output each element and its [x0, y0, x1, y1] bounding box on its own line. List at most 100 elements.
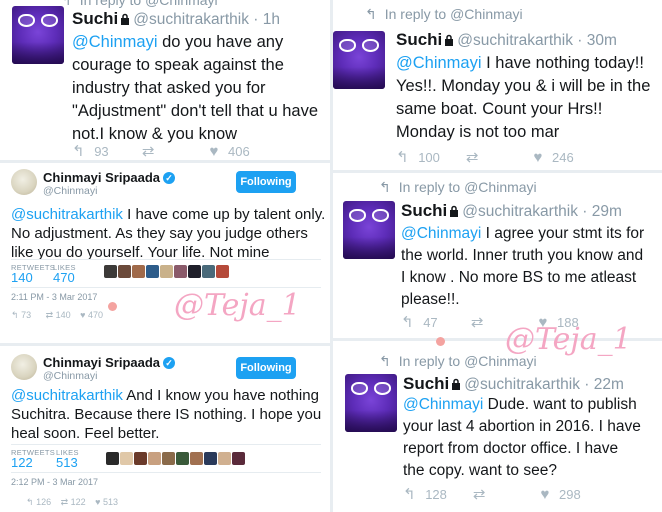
- watermark-dot: [436, 337, 445, 346]
- avatar[interactable]: [343, 201, 395, 259]
- reply-icon[interactable]: ↰: [403, 485, 416, 503]
- author-handle: @suchitrakarthik · 1h: [133, 11, 280, 28]
- reply-icon[interactable]: ↰: [72, 142, 85, 160]
- tweet-actions: ↰ 128 ⇄ ♥ 298: [403, 485, 581, 503]
- watermark: @Teja_1: [174, 288, 301, 323]
- author-name: Suchi: [403, 374, 450, 393]
- reply-count: 126: [36, 497, 52, 507]
- tweet-author[interactable]: Suchi @suchitrakarthik · 29m: [401, 201, 622, 221]
- avatar[interactable]: [345, 374, 397, 432]
- like-icon[interactable]: ♥: [80, 310, 85, 320]
- retweet-icon[interactable]: ⇄: [142, 142, 206, 160]
- liker-avatars[interactable]: [106, 452, 246, 466]
- mention-link[interactable]: @Chinmayi: [396, 54, 482, 72]
- lock-icon: [121, 13, 130, 25]
- reply-count: 100: [418, 150, 440, 165]
- lock-icon: [452, 378, 461, 390]
- author-handle: @suchitrakarthik · 30m: [457, 32, 617, 49]
- tweet-actions: ↰ 93 ⇄ ♥ 406: [72, 142, 250, 160]
- tweet-author[interactable]: Suchi @suchitrakarthik · 30m: [396, 30, 617, 50]
- reply-arrow-icon: ↰: [379, 353, 391, 369]
- like-count: 513: [103, 497, 119, 507]
- reply-context[interactable]: ↰ In reply to @Chinmayi: [379, 179, 537, 196]
- author-handle[interactable]: @Chinmayi: [43, 185, 97, 197]
- like-count: 298: [558, 487, 581, 502]
- like-count: 470: [88, 310, 104, 320]
- retweet-count: 122: [70, 497, 86, 507]
- like-icon[interactable]: ♥: [95, 497, 100, 507]
- tweet-text: @Chinmayi I have nothing today!! Yes!!. …: [396, 54, 651, 141]
- mention-link[interactable]: @Chinmayi: [72, 33, 158, 51]
- heart-glasses-icon: [339, 39, 379, 53]
- like-count[interactable]: 470: [53, 270, 75, 285]
- watermark-dot: [108, 302, 117, 311]
- author-name[interactable]: Chinmayi Sripaada ✓: [43, 170, 176, 185]
- heart-glasses-icon: [349, 209, 389, 223]
- mention-link[interactable]: @Chinmayi: [403, 396, 483, 413]
- mention-link[interactable]: @suchitrakarthik: [11, 387, 123, 404]
- tweet-text: @Chinmayi Dude. want to publish your las…: [403, 396, 641, 479]
- tweet-actions: ↰ 73 ⇄ 140 ♥ 470: [11, 310, 103, 321]
- reply-icon[interactable]: ↰: [26, 497, 34, 507]
- liker-avatars[interactable]: [104, 265, 230, 279]
- tweet-text: @Chinmayi I agree your stmt its for the …: [401, 225, 645, 308]
- like-icon[interactable]: ♥: [209, 143, 218, 160]
- tweet-text: @suchitrakarthik I have come up by talen…: [11, 206, 326, 261]
- reply-arrow-icon: ↰: [379, 179, 391, 195]
- reply-icon[interactable]: ↰: [401, 313, 414, 331]
- heart-glasses-icon: [18, 14, 58, 28]
- author-name[interactable]: Chinmayi Sripaada ✓: [43, 355, 176, 370]
- mention-link[interactable]: @Chinmayi: [401, 225, 481, 242]
- like-count: 406: [227, 144, 250, 159]
- reply-icon[interactable]: ↰: [11, 310, 19, 320]
- timestamp[interactable]: 2:12 PM - 3 Mar 2017: [11, 477, 98, 487]
- tweet-author[interactable]: Suchi @suchitrakarthik · 1h: [72, 9, 280, 29]
- avatar[interactable]: [11, 169, 37, 195]
- tweet-author[interactable]: Suchi @suchitrakarthik · 22m: [403, 374, 624, 394]
- retweet-icon[interactable]: ⇄: [473, 485, 537, 503]
- heart-glasses-icon: [351, 382, 391, 396]
- author-name: Suchi: [72, 9, 119, 28]
- retweet-count[interactable]: 122: [11, 455, 33, 470]
- like-icon[interactable]: ♥: [533, 149, 542, 166]
- reply-context[interactable]: ↰ In reply to @Chinmayi: [365, 6, 523, 23]
- author-handle: @suchitrakarthik · 29m: [462, 203, 622, 220]
- like-count: 246: [551, 150, 574, 165]
- avatar[interactable]: [333, 31, 385, 89]
- avatar[interactable]: [12, 6, 64, 64]
- mention-link[interactable]: @suchitrakarthik: [11, 206, 123, 223]
- reply-count: 128: [425, 487, 447, 502]
- retweet-count[interactable]: 140: [11, 270, 33, 285]
- retweet-icon[interactable]: ⇄: [46, 310, 54, 320]
- reply-arrow-icon: ↰: [365, 6, 377, 22]
- author-name: Suchi: [396, 30, 443, 49]
- reply-tweet: ↰ In reply to @Chinmayi Suchi @suchitrakar…: [333, 0, 662, 170]
- avatar[interactable]: [11, 354, 37, 380]
- timestamp[interactable]: 2:11 PM - 3 Mar 2017: [11, 292, 97, 302]
- lock-icon: [445, 34, 454, 46]
- retweet-count: 140: [55, 310, 71, 320]
- author-handle[interactable]: @Chinmayi: [43, 370, 97, 382]
- retweet-icon[interactable]: ⇄: [466, 148, 530, 166]
- like-count[interactable]: 513: [56, 455, 78, 470]
- tweet-actions: ↰ 100 ⇄ ♥ 246: [396, 148, 574, 166]
- retweet-icon[interactable]: ⇄: [61, 497, 69, 507]
- following-button[interactable]: Following: [236, 357, 296, 379]
- embedded-tweet-card: Chinmayi Sripaada ✓ @Chinmayi Following @…: [0, 346, 330, 512]
- tweet-text: @suchitrakarthik And I know you have not…: [11, 387, 322, 442]
- verified-icon: ✓: [163, 357, 176, 369]
- watermark: @Teja_1: [505, 322, 632, 357]
- verified-icon: ✓: [163, 172, 176, 184]
- like-icon[interactable]: ♥: [540, 486, 549, 503]
- tweet-text: @Chinmayi do you have any courage to spe…: [72, 33, 319, 143]
- reply-count: 47: [423, 315, 438, 330]
- reply-icon[interactable]: ↰: [396, 148, 409, 166]
- reply-count: 93: [94, 144, 109, 159]
- reply-tweet: ↰ In reply to @Chinmayi Suchi @suchitrakar…: [333, 341, 662, 512]
- author-name: Suchi: [401, 201, 448, 220]
- tweet-actions: ↰ 126 ⇄ 122 ♥ 513: [26, 497, 118, 508]
- reply-count: 73: [21, 310, 32, 320]
- author-handle: @suchitrakarthik · 22m: [464, 376, 624, 393]
- following-button[interactable]: Following: [236, 171, 296, 193]
- reply-context[interactable]: ↰ In reply to @Chinmayi: [60, 0, 218, 9]
